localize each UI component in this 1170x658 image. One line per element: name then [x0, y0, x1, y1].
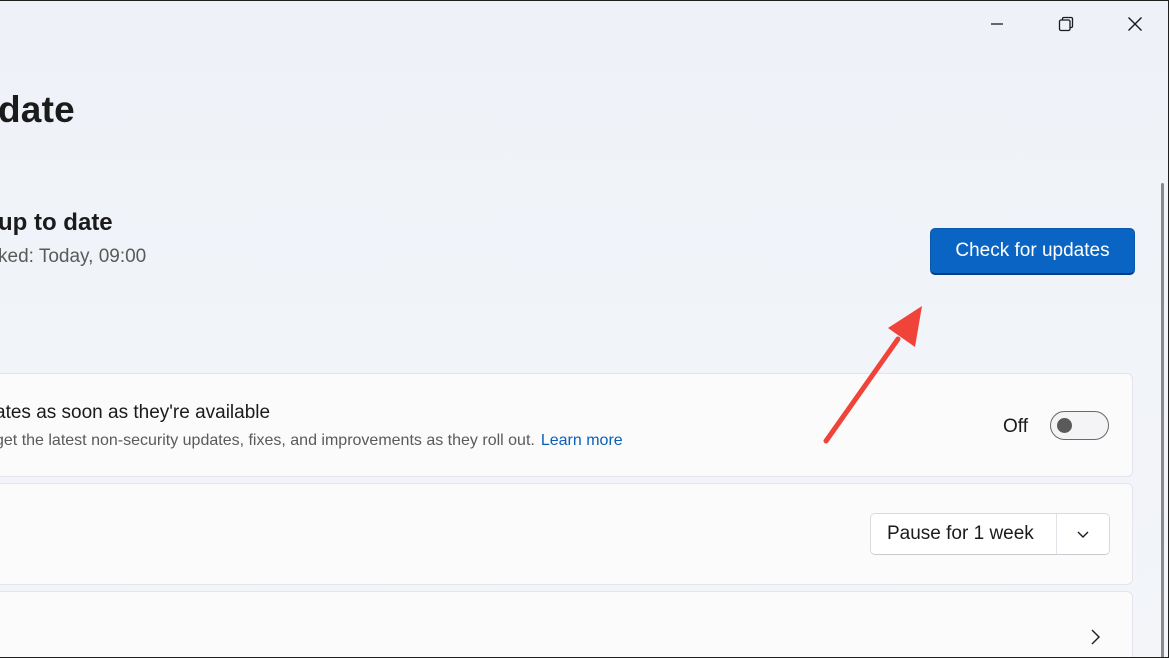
pause-duration-dropdown[interactable]: Pause for 1 week — [870, 513, 1110, 555]
learn-more-link[interactable]: Learn more — [541, 432, 623, 449]
check-for-updates-button[interactable]: Check for updates — [930, 228, 1135, 275]
restore-button[interactable] — [1043, 7, 1089, 41]
settings-window: date up to date ked: Today, 09:00 Check … — [0, 0, 1169, 658]
last-checked-text: ked: Today, 09:00 — [0, 246, 147, 267]
latest-updates-description: get the latest non-security updates, fix… — [0, 432, 623, 450]
latest-updates-title: ates as soon as they're available — [0, 402, 271, 423]
update-status-title: up to date — [0, 209, 113, 236]
latest-updates-description-text: get the latest non-security updates, fix… — [0, 432, 535, 449]
pause-updates-card: Pause for 1 week — [0, 483, 1133, 585]
dropdown-chevron-button[interactable] — [1057, 514, 1109, 554]
minimize-icon — [991, 23, 1003, 25]
latest-updates-toggle[interactable] — [1050, 411, 1109, 440]
chevron-right-icon — [1091, 629, 1100, 645]
page-title: date — [0, 89, 75, 130]
latest-updates-card: ates as soon as they're available get th… — [0, 373, 1133, 477]
toggle-state-label: Off — [1003, 416, 1028, 437]
close-icon — [1128, 17, 1142, 31]
minimize-button[interactable] — [974, 7, 1020, 41]
toggle-knob — [1057, 418, 1072, 433]
restore-icon — [1058, 16, 1074, 32]
update-history-card[interactable] — [0, 591, 1133, 657]
chevron-down-icon — [1077, 531, 1089, 538]
vertical-scrollbar[interactable] — [1161, 183, 1164, 657]
close-button[interactable] — [1112, 7, 1158, 41]
pause-duration-selected: Pause for 1 week — [887, 523, 1034, 544]
